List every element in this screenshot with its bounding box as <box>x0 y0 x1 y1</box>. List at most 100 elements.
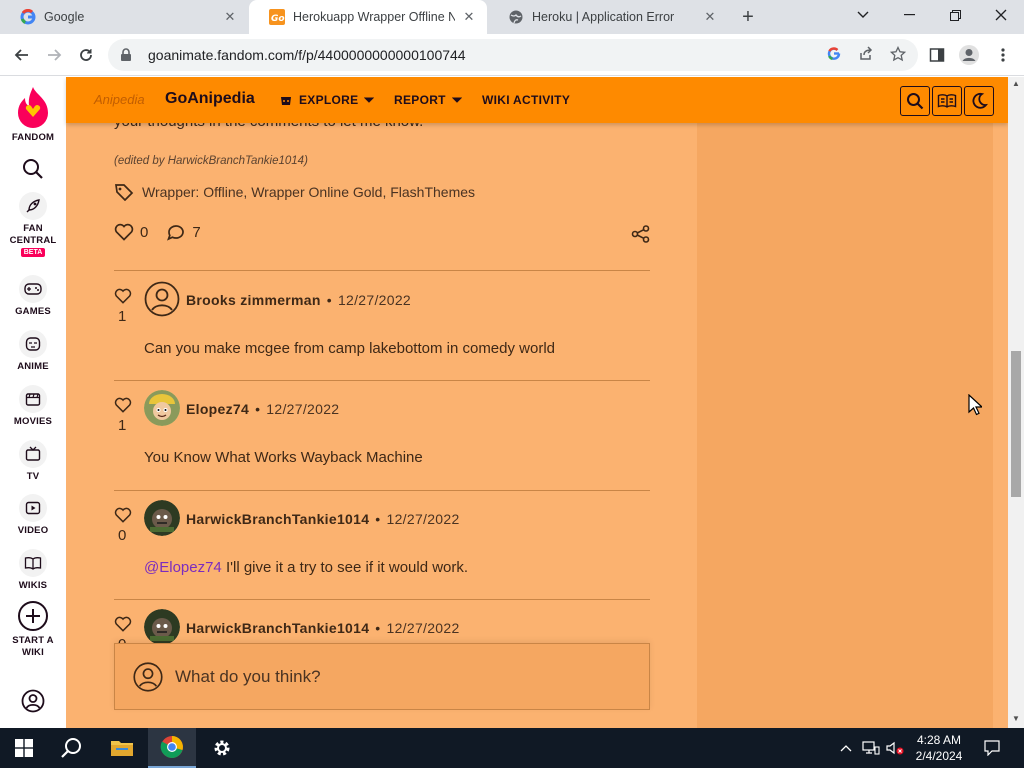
nav-explore[interactable]: EXPLORE <box>279 93 375 107</box>
tab-title: Herokuapp Wrapper Offline Not <box>293 10 455 24</box>
close-window-button[interactable] <box>978 0 1024 30</box>
search-button[interactable] <box>900 86 930 116</box>
windows-taskbar: 4:28 AM 2/4/2024 <box>0 728 1024 768</box>
network-icon[interactable] <box>860 728 882 768</box>
author-name[interactable]: HarwickBranchTankie1014 <box>186 620 369 636</box>
post-tags-text[interactable]: Wrapper: Offline, Wrapper Online Gold, F… <box>142 184 475 200</box>
share-icon[interactable] <box>630 223 652 245</box>
community-wordmark[interactable]: Anipedia <box>94 92 145 107</box>
browser-toolbar: goanimate.fandom.com/f/p/440000000000010… <box>0 34 1024 76</box>
reply-body: @Elopez74 I'll give it a try to see if i… <box>144 559 468 576</box>
bookmark-star-icon[interactable] <box>886 42 910 66</box>
share-page-icon[interactable] <box>854 42 878 66</box>
back-button[interactable] <box>8 41 36 69</box>
rail-item-label: MOVIES <box>13 416 53 427</box>
rail-item-start-a-wiki[interactable]: START A WIKI <box>0 600 66 659</box>
heart-icon[interactable] <box>114 396 132 414</box>
post-like-button[interactable]: 0 <box>114 223 148 241</box>
side-panel-icon[interactable] <box>924 42 950 68</box>
system-clock[interactable]: 4:28 AM 2/4/2024 <box>910 732 968 764</box>
user-avatar[interactable] <box>144 390 180 426</box>
heart-icon[interactable] <box>114 506 132 524</box>
default-avatar-icon <box>133 661 163 692</box>
separator-dot: • <box>375 620 381 636</box>
reply-input-placeholder[interactable]: What do you think? <box>175 667 321 687</box>
scrollbar-thumb[interactable] <box>1011 351 1021 497</box>
more-menu-icon[interactable] <box>990 42 1016 68</box>
caret-down-icon <box>451 97 462 103</box>
close-icon[interactable]: ✕ <box>461 9 477 25</box>
heart-icon[interactable] <box>114 615 132 633</box>
rail-item-games[interactable]: GAMES <box>0 275 66 318</box>
nav-report[interactable]: REPORT <box>394 93 462 107</box>
heart-icon[interactable] <box>114 287 132 305</box>
nav-report-label: REPORT <box>394 93 446 107</box>
author-name[interactable]: HarwickBranchTankie1014 <box>186 511 369 527</box>
default-avatar-icon[interactable] <box>144 281 180 317</box>
community-name[interactable]: GoAnipedia <box>165 90 255 108</box>
fandom-flame-icon <box>18 87 48 128</box>
reply-composer[interactable]: What do you think? <box>114 643 650 710</box>
goanimate-favicon-icon: Go <box>269 9 285 25</box>
chrome-icon <box>160 736 183 758</box>
google-lens-icon[interactable] <box>822 42 846 66</box>
rail-item-wikis[interactable]: WIKIS <box>0 549 66 592</box>
reply-author[interactable]: Brooks zimmerman • 12/27/2022 <box>186 292 411 308</box>
lock-icon[interactable] <box>120 48 134 62</box>
minimize-button[interactable] <box>886 0 932 30</box>
file-explorer-button[interactable] <box>98 728 146 768</box>
dark-mode-button[interactable] <box>964 86 994 116</box>
comment-bubble-icon <box>167 225 185 241</box>
edited-note: (edited by HarwickBranchTankie1014) <box>114 155 308 167</box>
profile-avatar-icon[interactable] <box>956 42 982 68</box>
user-avatar[interactable] <box>144 609 180 645</box>
close-icon[interactable]: ✕ <box>702 9 718 25</box>
tab-heroku-error[interactable]: Heroku | Application Error ✕ <box>488 0 728 34</box>
scroll-down-arrow-icon[interactable]: ▼ <box>1012 715 1020 723</box>
nav-wiki-activity[interactable]: WIKI ACTIVITY <box>482 93 570 107</box>
post-replies-button[interactable]: 7 <box>166 223 201 241</box>
post-reply-count: 7 <box>192 223 201 241</box>
reading-mode-button[interactable] <box>932 86 962 116</box>
settings-taskbar-button[interactable] <box>198 728 246 768</box>
new-tab-button[interactable]: + <box>736 5 760 29</box>
taskbar-search-button[interactable] <box>48 728 96 768</box>
reply-author[interactable]: HarwickBranchTankie1014 • 12/27/2022 <box>186 620 460 636</box>
scroll-up-arrow-icon[interactable]: ▲ <box>1012 80 1020 88</box>
rail-item-video[interactable]: VIDEO <box>0 494 66 537</box>
reply-author[interactable]: Elopez74 • 12/27/2022 <box>186 401 339 417</box>
reply-author[interactable]: HarwickBranchTankie1014 • 12/27/2022 <box>186 511 460 527</box>
address-bar[interactable]: goanimate.fandom.com/f/p/440000000000010… <box>108 39 918 71</box>
character-avatar-icon <box>144 390 180 426</box>
rail-item-tv[interactable]: TV <box>0 440 66 483</box>
start-button[interactable] <box>0 728 48 768</box>
tab-herokuapp-wrapper[interactable]: Go Herokuapp Wrapper Offline Not ✕ <box>249 0 487 34</box>
author-name[interactable]: Brooks zimmerman <box>186 292 321 308</box>
fandom-logo[interactable]: FANDOM <box>0 85 66 144</box>
forward-button[interactable] <box>40 41 68 69</box>
reply-like-count: 1 <box>118 308 127 325</box>
rail-item-movies[interactable]: MOVIES <box>0 385 66 428</box>
tab-search-icon[interactable] <box>840 0 886 30</box>
action-center-icon[interactable] <box>980 728 1004 768</box>
search-icon <box>23 159 43 179</box>
rail-user-account[interactable] <box>0 689 66 713</box>
tab-google[interactable]: Google ✕ <box>0 0 248 34</box>
user-avatar[interactable] <box>144 500 180 536</box>
user-mention[interactable]: @Elopez74 <box>144 559 222 576</box>
reload-button[interactable] <box>72 41 100 69</box>
author-name[interactable]: Elopez74 <box>186 401 249 417</box>
page-scrollbar[interactable]: ▲ ▼ <box>1008 77 1024 728</box>
rail-search[interactable] <box>0 157 66 181</box>
tab-title: Heroku | Application Error <box>532 10 675 24</box>
svg-text:Go: Go <box>271 14 285 24</box>
search-icon <box>907 93 924 110</box>
close-icon[interactable]: ✕ <box>222 9 238 25</box>
rail-item-fan-central[interactable]: FAN CENTRAL BETA <box>0 192 66 257</box>
volume-muted-icon[interactable] <box>884 728 906 768</box>
restore-button[interactable] <box>932 0 978 30</box>
chrome-taskbar-button[interactable] <box>148 728 196 768</box>
fandom-global-nav: FANDOM FAN CENTRAL BETA GAMES ANIME MOVI… <box>0 77 66 728</box>
rail-item-anime[interactable]: ANIME <box>0 330 66 373</box>
chevron-up-icon[interactable] <box>836 728 856 768</box>
